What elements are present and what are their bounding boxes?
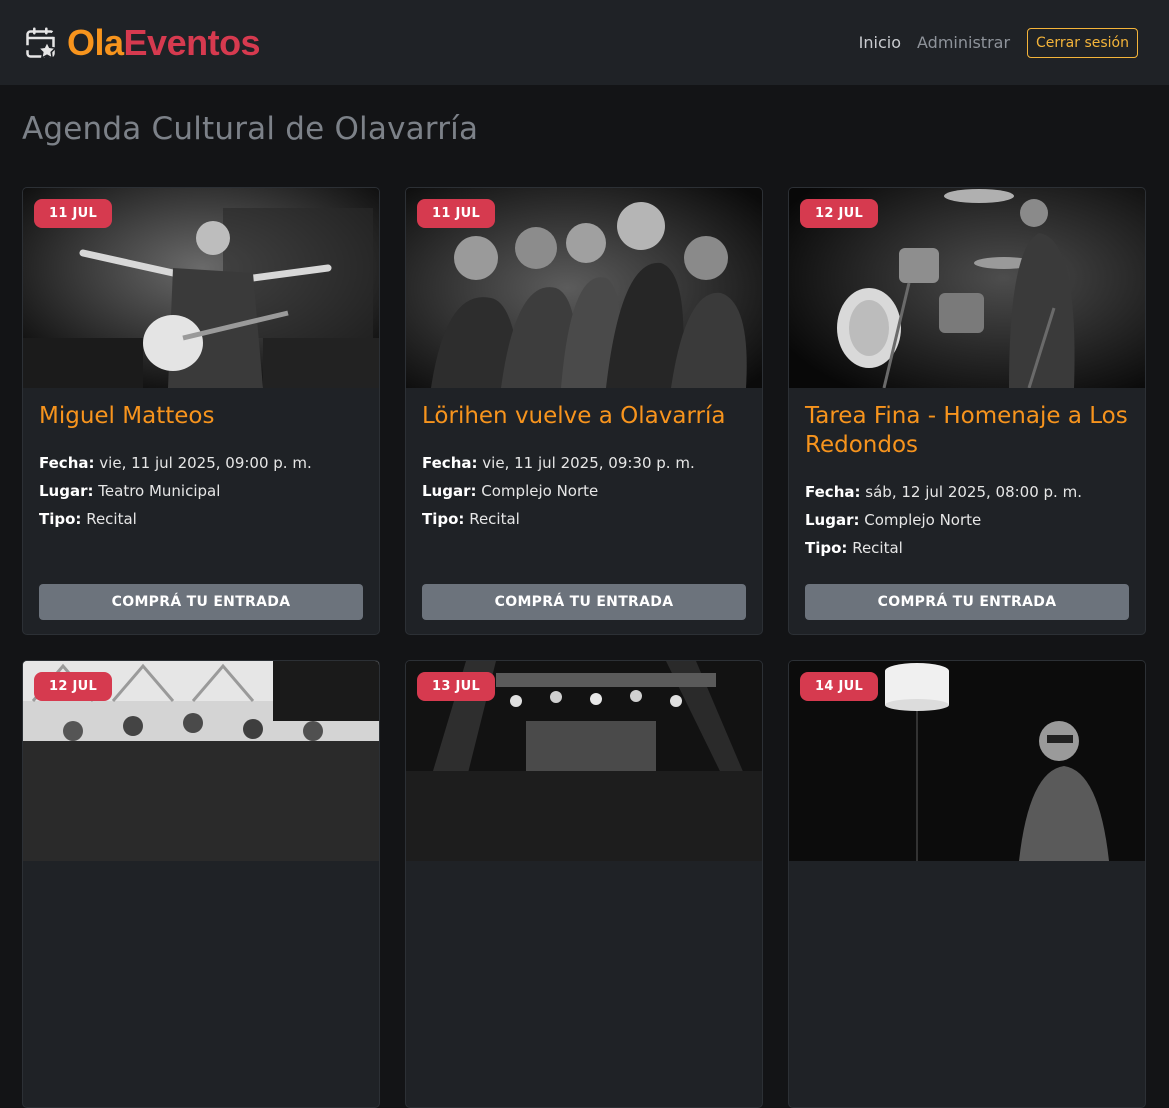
lugar-value: Complejo Norte <box>481 482 599 500</box>
event-fecha: Fecha: sáb, 12 jul 2025, 08:00 p. m. <box>805 478 1129 506</box>
tipo-value: Recital <box>469 510 520 528</box>
fecha-value: vie, 11 jul 2025, 09:30 p. m. <box>482 454 695 472</box>
fecha-label: Fecha: <box>422 454 478 472</box>
event-title[interactable]: Lörihen vuelve a Olavarría <box>422 402 746 431</box>
brand-name: OlaEventos <box>67 21 261 63</box>
event-image[interactable]: 14 JUL <box>789 661 1145 861</box>
event-card: 14 JUL <box>788 660 1146 1108</box>
lugar-value: Teatro Municipal <box>98 482 221 500</box>
event-tipo: Tipo: Recital <box>39 505 363 533</box>
event-card: 12 JUL Tarea Fina - Homenaje a Los Redon… <box>788 187 1146 635</box>
fecha-label: Fecha: <box>805 483 861 501</box>
calendar-star-icon <box>26 27 58 59</box>
brand-name-eventos: Eventos <box>123 21 261 63</box>
event-image[interactable]: 12 JUL <box>789 188 1145 388</box>
tipo-label: Tipo: <box>422 510 465 528</box>
event-tipo: Tipo: Recital <box>422 505 746 533</box>
tipo-value: Recital <box>852 539 903 557</box>
event-image[interactable]: 13 JUL <box>406 661 762 861</box>
tipo-label: Tipo: <box>39 510 82 528</box>
event-image[interactable]: 11 JUL <box>406 188 762 388</box>
event-title[interactable]: Tarea Fina - Homenaje a Los Redondos <box>805 402 1129 460</box>
page-title: Agenda Cultural de Olavarría <box>22 111 479 147</box>
fecha-label: Fecha: <box>39 454 95 472</box>
fecha-value: vie, 11 jul 2025, 09:00 p. m. <box>99 454 312 472</box>
lugar-label: Lugar: <box>422 482 477 500</box>
date-badge: 13 JUL <box>417 672 496 701</box>
event-card: 13 JUL <box>405 660 763 1108</box>
lugar-label: Lugar: <box>39 482 94 500</box>
logout-button[interactable]: Cerrar sesión <box>1027 27 1138 58</box>
nav-link-administrar[interactable]: Administrar <box>917 33 1010 52</box>
event-lugar: Lugar: Teatro Municipal <box>39 477 363 505</box>
nav-links: Inicio Administrar Cerrar sesión <box>843 27 1138 58</box>
date-badge: 12 JUL <box>800 199 879 228</box>
buy-ticket-button[interactable]: COMPRÁ TU ENTRADA <box>805 584 1129 620</box>
event-title[interactable]: Miguel Matteos <box>39 402 363 431</box>
event-image[interactable]: 12 JUL <box>23 661 379 861</box>
buy-ticket-button[interactable]: COMPRÁ TU ENTRADA <box>422 584 746 620</box>
event-card: 11 JUL Miguel Matteos Fecha: vie, 11 jul… <box>22 187 380 635</box>
event-fecha: Fecha: vie, 11 jul 2025, 09:30 p. m. <box>422 449 746 477</box>
tipo-label: Tipo: <box>805 539 848 557</box>
date-badge: 14 JUL <box>800 672 879 701</box>
fecha-value: sáb, 12 jul 2025, 08:00 p. m. <box>865 483 1082 501</box>
nav-link-inicio[interactable]: Inicio <box>859 33 901 52</box>
event-card: 11 JUL Lörihen vuelve a Olavarría Fecha:… <box>405 187 763 635</box>
lugar-value: Complejo Norte <box>864 511 982 529</box>
card-body: Lörihen vuelve a Olavarría Fecha: vie, 1… <box>406 388 762 634</box>
event-fecha: Fecha: vie, 11 jul 2025, 09:00 p. m. <box>39 449 363 477</box>
buy-ticket-button[interactable]: COMPRÁ TU ENTRADA <box>39 584 363 620</box>
event-card: 12 JUL <box>22 660 380 1108</box>
brand-logo[interactable]: OlaEventos <box>25 21 261 63</box>
brand-name-ola: Ola <box>67 21 124 63</box>
tipo-value: Recital <box>86 510 137 528</box>
date-badge: 12 JUL <box>34 672 113 701</box>
event-lugar: Lugar: Complejo Norte <box>805 506 1129 534</box>
events-grid: 11 JUL Miguel Matteos Fecha: vie, 11 jul… <box>22 187 1146 1108</box>
navbar: OlaEventos Inicio Administrar Cerrar ses… <box>0 0 1169 85</box>
card-body: Miguel Matteos Fecha: vie, 11 jul 2025, … <box>23 388 379 634</box>
date-badge: 11 JUL <box>34 199 113 228</box>
lugar-label: Lugar: <box>805 511 860 529</box>
event-lugar: Lugar: Complejo Norte <box>422 477 746 505</box>
event-image[interactable]: 11 JUL <box>23 188 379 388</box>
card-body: Tarea Fina - Homenaje a Los Redondos Fec… <box>789 388 1145 634</box>
date-badge: 11 JUL <box>417 199 496 228</box>
event-tipo: Tipo: Recital <box>805 534 1129 562</box>
